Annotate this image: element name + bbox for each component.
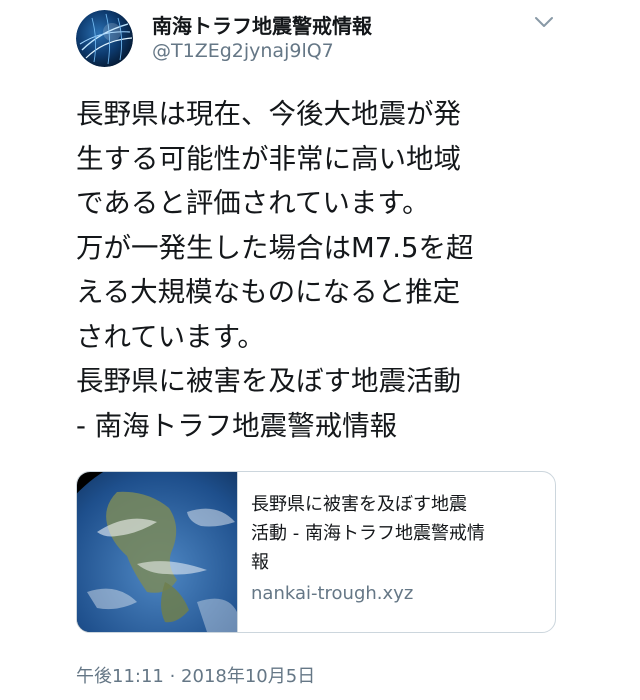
tweet-line: 万が一発生した場合はM7.5を超 [76, 231, 474, 264]
profile-avatar[interactable] [76, 10, 133, 67]
card-title-line: 活動 - 南海トラフ地震警戒情 [251, 523, 485, 544]
tweet-line: 生する可能性が非常に高い地域 [76, 142, 461, 175]
tweet-line: える大規模なものになると推定 [76, 276, 461, 308]
tweet-timestamp[interactable]: 午後11:11 · 2018年10月5日 [76, 662, 315, 688]
card-domain: nankai-trough.xyz [251, 583, 414, 604]
tweet-line: 長野県に被害を及ぼす地震活動 [76, 365, 461, 397]
user-handle[interactable]: @T1ZEg2jynaj9lQ7 [152, 40, 334, 62]
chevron-down-glyph [535, 17, 553, 27]
display-name[interactable]: 南海トラフ地震警戒情報 [152, 10, 372, 39]
tweet-line: されています。 [76, 320, 265, 353]
link-preview-card[interactable]: 長野県に被害を及ぼす地震 活動 - 南海トラフ地震警戒情 報 nankai-tr… [76, 471, 556, 633]
tweet-line: であると評価されています。 [76, 187, 430, 219]
tweet-line: - 南海トラフ地震警戒情報 [76, 409, 398, 442]
chevron-down-icon[interactable] [532, 10, 556, 34]
card-body: 長野県に被害を及ぼす地震 活動 - 南海トラフ地震警戒情 報 nankai-tr… [251, 490, 541, 608]
earth-globe-image [77, 472, 305, 632]
card-title: 長野県に被害を及ぼす地震 活動 - 南海トラフ地震警戒情 報 [251, 490, 541, 577]
tweet-line: 長野県は現在、今後大地震が発 [76, 98, 461, 130]
tweet-text: 長野県は現在、今後大地震が発 生する可能性が非常に高い地域 であると評価されてい… [76, 92, 616, 448]
card-title-line: 長野県に被害を及ぼす地震 [251, 494, 467, 515]
globe-network-icon [76, 10, 133, 67]
card-title-line: 報 [251, 552, 269, 573]
earth-image-graphic [77, 472, 305, 632]
